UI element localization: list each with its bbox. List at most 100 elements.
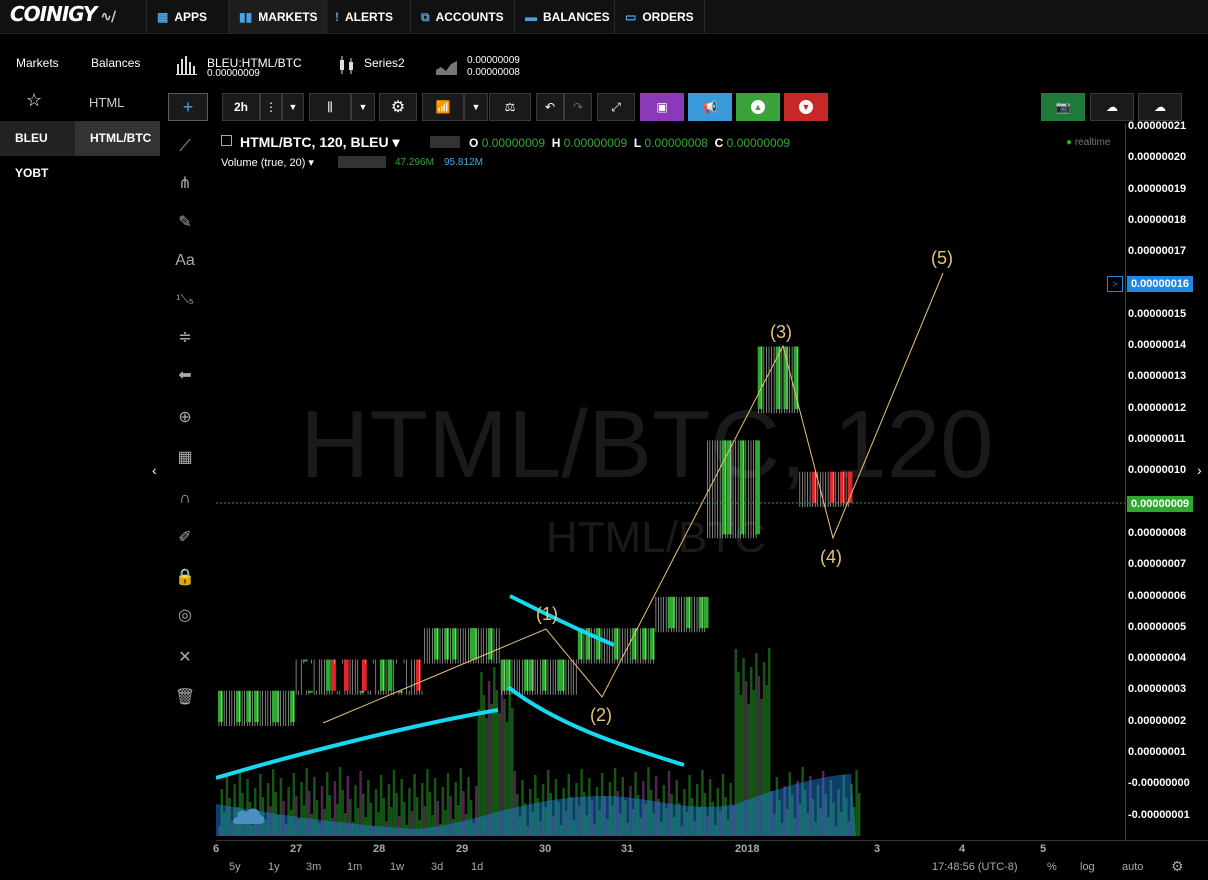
snapshot-button[interactable]: 📷 bbox=[1041, 93, 1085, 121]
range-1w[interactable]: 1w bbox=[390, 861, 404, 873]
nav-apps[interactable]: ▦ APPS bbox=[146, 0, 217, 33]
candle-body bbox=[631, 628, 637, 660]
cloud-upload-button[interactable]: ☁ bbox=[1138, 93, 1182, 121]
area-icon bbox=[436, 58, 458, 76]
more-button[interactable]: ⋮ bbox=[260, 93, 282, 121]
chart-type-button[interactable]: ⫼ bbox=[309, 93, 351, 121]
auto-toggle[interactable]: auto bbox=[1122, 861, 1143, 873]
volume-bar bbox=[855, 770, 858, 836]
cube-icon: ▣ bbox=[656, 100, 668, 114]
interval-button[interactable]: 2h bbox=[222, 93, 260, 121]
price-high: 0.00000009 bbox=[467, 55, 520, 66]
candle-body bbox=[528, 659, 534, 691]
range-1d[interactable]: 1d bbox=[471, 861, 483, 873]
percent-toggle[interactable]: % bbox=[1047, 861, 1057, 873]
candle-body bbox=[595, 628, 601, 660]
exchange-name[interactable]: YOBT bbox=[15, 166, 48, 180]
undo-button[interactable]: ↶ bbox=[536, 93, 564, 121]
candle-body bbox=[218, 690, 223, 723]
tab-markets[interactable]: Markets bbox=[16, 56, 59, 70]
y-tick-label: 0.00000018 bbox=[1128, 213, 1187, 226]
market-name: HTML/BTC bbox=[90, 131, 152, 145]
indicators-button[interactable]: 📶 bbox=[422, 93, 464, 121]
nav-orders[interactable]: ▭ ORDERS bbox=[614, 0, 705, 33]
chart-type-dropdown[interactable]: ▼ bbox=[351, 93, 375, 121]
collapse-left-icon[interactable]: ‹ bbox=[152, 462, 157, 478]
fullscreen-icon: ⤢ bbox=[611, 99, 621, 114]
cloud-download-button[interactable]: ☁ bbox=[1090, 93, 1134, 121]
range-1m[interactable]: 1m bbox=[347, 861, 362, 873]
zoom-tool[interactable]: ⊕ bbox=[168, 400, 202, 434]
settings-button[interactable]: ⚙ bbox=[379, 93, 417, 121]
expand-right-icon[interactable]: › bbox=[1197, 462, 1202, 478]
log-toggle[interactable]: log bbox=[1080, 861, 1095, 873]
crosshair-button[interactable]: + bbox=[168, 93, 208, 121]
symbol-icon bbox=[176, 54, 198, 76]
indicators-dropdown[interactable]: ▼ bbox=[464, 93, 488, 121]
cube-button[interactable]: ▣ bbox=[640, 93, 684, 121]
gear-icon[interactable]: ⚙ bbox=[1171, 858, 1184, 875]
sell-button[interactable]: ▼ bbox=[784, 93, 828, 121]
measure-icon: ≑ bbox=[178, 329, 192, 346]
interval-dropdown[interactable]: ▼ bbox=[282, 93, 304, 121]
candle-body bbox=[721, 440, 727, 535]
candle-body bbox=[379, 659, 385, 691]
x-tick-label: 3 bbox=[874, 843, 881, 855]
range-5y[interactable]: 5y bbox=[229, 861, 241, 873]
candles-icon: ⫼ bbox=[327, 99, 333, 114]
candle-body bbox=[642, 628, 647, 660]
buy-button[interactable]: ▲ bbox=[736, 93, 780, 121]
y-tick-label: 0.00000013 bbox=[1128, 370, 1187, 383]
range-3m[interactable]: 3m bbox=[306, 861, 321, 873]
market-cell[interactable]: HTML/BTC bbox=[75, 121, 160, 156]
text-tool[interactable]: Aa bbox=[168, 244, 202, 278]
symbol-price: 0.00000009 bbox=[207, 68, 260, 79]
brush-tool[interactable]: ✎ bbox=[168, 205, 202, 239]
star-icon[interactable]: ☆ bbox=[26, 90, 42, 111]
y-axis-line bbox=[1125, 124, 1126, 840]
y-tick-label: 0.00000003 bbox=[1128, 683, 1187, 696]
scale-icon: ⚖ bbox=[504, 100, 516, 114]
arrow-tool[interactable]: ⬅ bbox=[168, 358, 202, 392]
volume-bar bbox=[421, 783, 424, 836]
undo-icon: ↶ bbox=[544, 100, 556, 114]
measure-tool[interactable]: ≑ bbox=[168, 320, 202, 354]
announce-button[interactable]: 📢 bbox=[688, 93, 732, 121]
series-name[interactable]: Series2 bbox=[364, 56, 405, 70]
crosshair-marker[interactable]: > bbox=[1107, 276, 1123, 292]
lock-draw-tool[interactable]: ✐ bbox=[168, 520, 202, 554]
pitchfork-tool[interactable]: ⋔ bbox=[168, 166, 202, 200]
redo-button[interactable]: ↷ bbox=[564, 93, 592, 121]
candle-body bbox=[451, 628, 457, 660]
delete-tool[interactable]: 🗑 bbox=[168, 680, 202, 714]
trendline-tool[interactable]: ⟋ bbox=[168, 130, 202, 164]
y-tick-label: 0.00000014 bbox=[1128, 339, 1187, 352]
brush-icon: ✎ bbox=[178, 214, 192, 231]
nav-accounts[interactable]: ⧉ ACCOUNTS bbox=[410, 0, 514, 33]
fullscreen-button[interactable]: ⤢ bbox=[597, 93, 635, 121]
nav-alerts[interactable]: ! ALERTS bbox=[324, 0, 403, 33]
coinigy-logo[interactable]: COINIGY ∿∕ bbox=[10, 2, 116, 26]
ruler-tool[interactable]: ▦ bbox=[168, 440, 202, 474]
list-item[interactable]: BLEU HTML/BTC bbox=[0, 121, 160, 156]
range-3d[interactable]: 3d bbox=[431, 861, 443, 873]
price-chart[interactable]: HTML/BTC, 120 HTML/BTC (1) (2) (3) (4) (… bbox=[216, 124, 1125, 840]
y-tick-label: 0.00000015 bbox=[1128, 307, 1187, 320]
pattern-tool[interactable]: ¹⟍₅ bbox=[168, 282, 202, 316]
ruler-icon: ▦ bbox=[177, 449, 193, 466]
candle-body bbox=[415, 659, 421, 691]
grid-icon: ▦ bbox=[157, 9, 169, 24]
tab-balances[interactable]: Balances bbox=[91, 56, 140, 70]
tools-settings[interactable]: ✕ bbox=[168, 640, 202, 674]
nav-balances[interactable]: ▬ BALANCES bbox=[514, 0, 620, 33]
hide-tool[interactable]: ◎ bbox=[168, 598, 202, 632]
magnet-tool[interactable]: ∩ bbox=[168, 482, 202, 516]
candle-body bbox=[289, 690, 295, 723]
volume-bar bbox=[487, 681, 491, 836]
compare-button[interactable]: ⚖ bbox=[489, 93, 531, 121]
pitchfork-icon: ⋔ bbox=[178, 175, 192, 192]
nav-markets[interactable]: ▮▮ MARKETS bbox=[228, 0, 328, 33]
candle-body bbox=[523, 659, 529, 691]
lock-tool[interactable]: 🔒 bbox=[168, 560, 202, 594]
range-1y[interactable]: 1y bbox=[268, 861, 280, 873]
